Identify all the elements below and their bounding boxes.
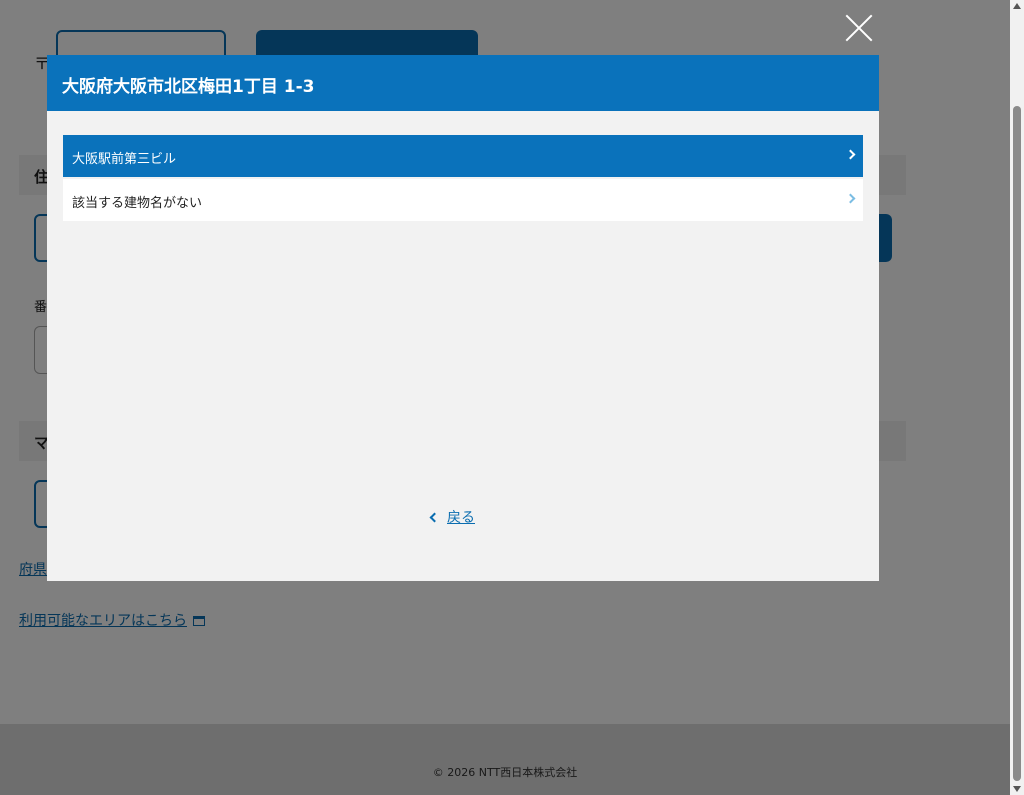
- building-option-none[interactable]: 該当する建物名がない: [63, 179, 863, 221]
- close-icon[interactable]: [845, 14, 873, 42]
- modal-header: 大阪府大阪市北区梅田1丁目 1-3: [47, 55, 879, 111]
- building-option-1[interactable]: 大阪駅前第三ビル: [63, 135, 863, 177]
- vertical-scrollbar[interactable]: [1010, 0, 1024, 795]
- scrollbar-thumb[interactable]: [1013, 106, 1021, 781]
- building-select-modal: 大阪府大阪市北区梅田1丁目 1-3 大阪駅前第三ビル 該当する建物名がない 戻る: [47, 55, 879, 581]
- chevron-right-icon: [845, 149, 856, 160]
- back-link-label: 戻る: [447, 510, 475, 526]
- chevron-right-icon: [845, 193, 856, 204]
- building-option-label: 大阪駅前第三ビル: [72, 152, 177, 167]
- back-link[interactable]: 戻る: [429, 507, 475, 527]
- modal-title: 大阪府大阪市北区梅田1丁目 1-3: [62, 77, 315, 97]
- scroll-down-arrow-icon[interactable]: [1013, 786, 1021, 792]
- building-option-label: 該当する建物名がない: [72, 196, 203, 211]
- chevron-left-icon: [429, 512, 440, 523]
- scroll-up-arrow-icon[interactable]: [1013, 3, 1021, 9]
